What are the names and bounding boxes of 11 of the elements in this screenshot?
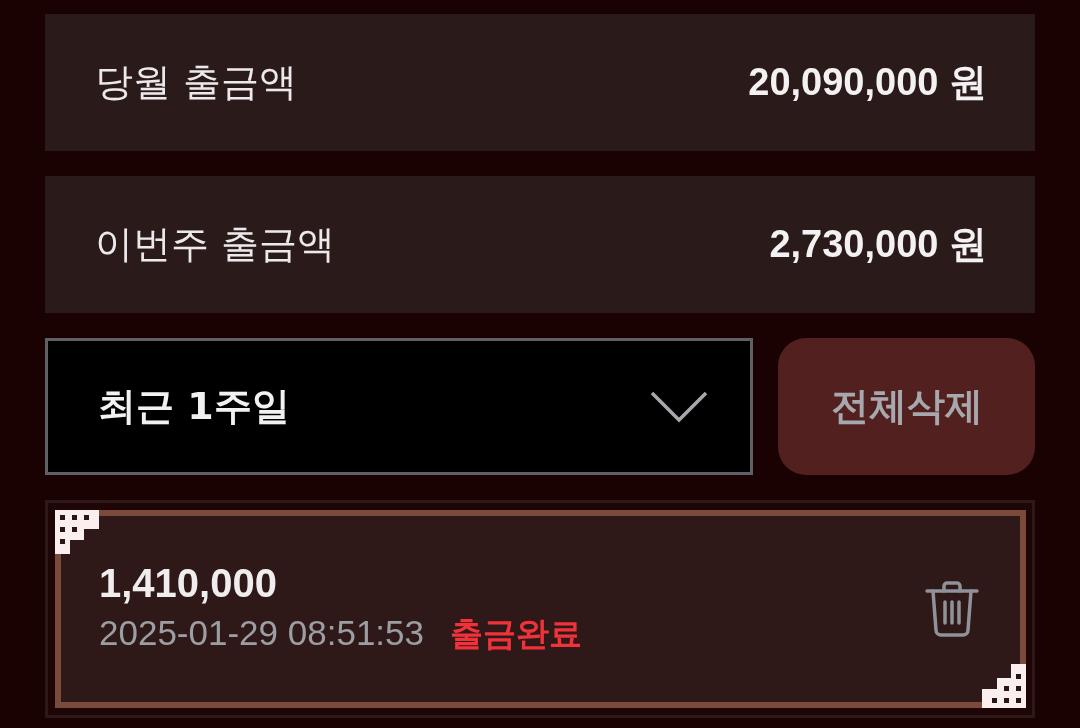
transaction-datetime: 2025-01-29 08:51:53: [99, 613, 424, 653]
summary-label: 이번주 출금액: [95, 221, 336, 268]
summary-amount: 2,730,000 원: [769, 222, 987, 267]
trash-icon[interactable]: [924, 580, 980, 638]
chevron-down-icon: [650, 390, 708, 423]
transaction-amount: 1,410,000: [99, 561, 278, 606]
summary-label: 당월 출금액: [95, 59, 298, 106]
delete-all-button[interactable]: 전체삭제: [778, 338, 1035, 475]
transaction-status: 출금완료: [450, 613, 582, 655]
summary-amount: 20,090,000 원: [748, 60, 987, 105]
period-dropdown[interactable]: 최근 1주일: [45, 338, 753, 475]
